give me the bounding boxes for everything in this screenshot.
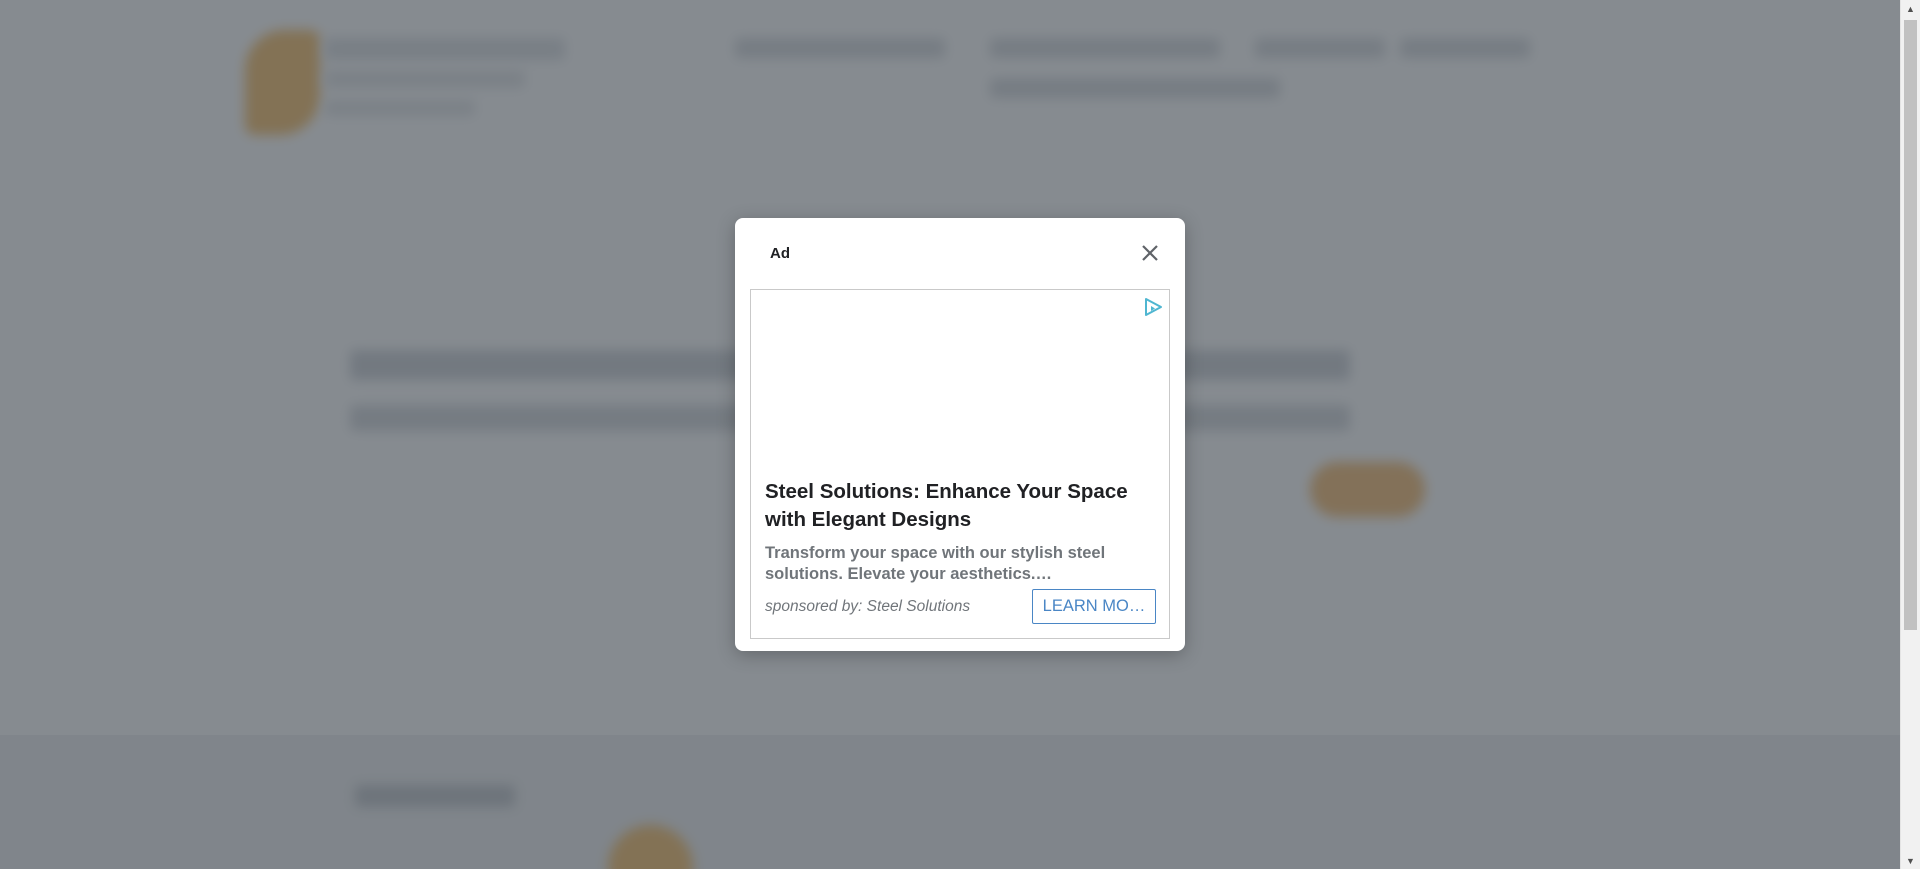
ad-headline[interactable]: Steel Solutions: Enhance Your Space with…: [765, 478, 1155, 534]
ad-description[interactable]: Transform your space with our stylish st…: [765, 543, 1155, 585]
close-button[interactable]: [1135, 238, 1165, 268]
scroll-down-arrow-icon[interactable]: ▼: [1901, 852, 1920, 869]
adchoices-icon: [1145, 298, 1162, 316]
ad-sponsor: sponsored by: Steel Solutions: [765, 598, 971, 615]
learn-more-button[interactable]: LEARN MO…: [1032, 589, 1156, 624]
ad-image[interactable]: [751, 290, 1169, 470]
scrollbar-thumb[interactable]: [1904, 20, 1917, 630]
vertical-scrollbar[interactable]: ▲ ▼: [1900, 0, 1920, 869]
close-icon: [1142, 245, 1158, 261]
modal-title: Ad: [770, 245, 790, 262]
adchoices-button[interactable]: [1141, 296, 1165, 318]
ad-creative[interactable]: Steel Solutions: Enhance Your Space with…: [750, 289, 1170, 639]
scroll-up-arrow-icon[interactable]: ▲: [1901, 0, 1920, 17]
ad-modal: Ad Steel Solutions: Enhance Your Space w…: [735, 218, 1185, 651]
